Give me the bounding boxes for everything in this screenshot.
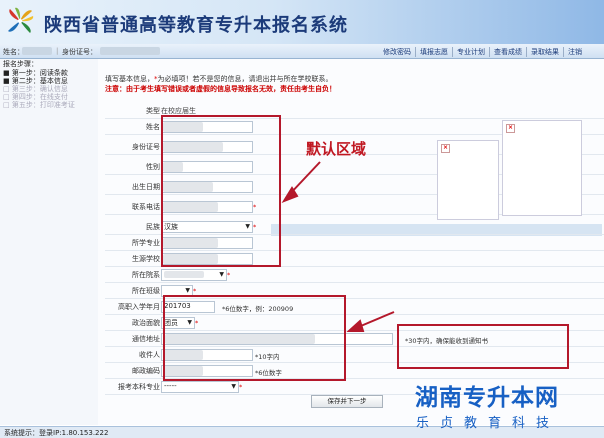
top-navbar: 姓名： | 身份证号： 修改密码 填报志愿 专业计划 查看成绩 录取结果 注销 bbox=[0, 44, 604, 59]
chevron-down-icon: ▼ bbox=[219, 271, 224, 278]
watermark-subtitle: 乐贞教育科技 bbox=[416, 416, 561, 431]
required-star: * bbox=[193, 287, 197, 295]
nav-logout[interactable]: 注销 bbox=[563, 47, 586, 57]
broken-image-icon: × bbox=[506, 124, 515, 133]
target-major-value: ----- bbox=[164, 382, 177, 390]
logo-icon bbox=[8, 7, 34, 33]
row-department: 所在院系 ▼ * bbox=[105, 268, 604, 283]
label-ethnicity: 民族 bbox=[146, 223, 160, 231]
notice-required: 填写基本信息，*为必填项！若不是您的信息，请退出并与所在学校联系。 bbox=[105, 74, 333, 84]
label-politics: 政治面貌 bbox=[132, 319, 160, 327]
notice-warning: 注意：由于考生填写错误或者虚假的信息导致报名无效，责任由考生自负！ bbox=[105, 85, 336, 93]
nav-admission-result[interactable]: 录取结果 bbox=[526, 47, 563, 57]
label-phone: 联系电话 bbox=[132, 203, 160, 211]
nav-major-plan[interactable]: 专业计划 bbox=[452, 47, 489, 57]
label-type: 类型 bbox=[146, 107, 160, 115]
photo-box-2: × bbox=[437, 140, 499, 220]
department-select[interactable]: ▼ bbox=[161, 269, 227, 281]
id-value-redacted bbox=[100, 47, 160, 55]
label-name: 姓名 bbox=[146, 123, 160, 131]
label-birth: 出生日期 bbox=[132, 183, 160, 191]
watermark-title: 湖南专升本网 bbox=[415, 385, 559, 411]
nav-fill-preferences[interactable]: 填报志愿 bbox=[415, 47, 452, 57]
notice-text-b: 为必填项！若不是您的信息，请退出并与所在学校联系。 bbox=[157, 75, 333, 83]
required-star: * bbox=[227, 271, 231, 279]
photo-box-1: × bbox=[502, 120, 582, 216]
annotation-box-hint bbox=[397, 324, 569, 369]
label-major: 所学专业 bbox=[132, 239, 160, 247]
separator: | bbox=[56, 47, 59, 55]
label-target-major: 报考本科专业 bbox=[118, 383, 160, 391]
nav-change-password[interactable]: 修改密码 bbox=[379, 47, 415, 57]
label-postcode: 邮政编码 bbox=[132, 367, 160, 375]
page-title: 陕西省普通高等教育专升本报名系统 bbox=[44, 15, 348, 36]
label-school: 生源学校 bbox=[132, 255, 160, 263]
redacted-value bbox=[164, 271, 204, 278]
save-next-button[interactable]: 保存并下一步 bbox=[311, 395, 383, 408]
header-banner: 陕西省普通高等教育专升本报名系统 bbox=[0, 0, 604, 45]
id-label: 身份证号： bbox=[62, 48, 97, 56]
notice-text-a: 填写基本信息， bbox=[105, 75, 154, 83]
chevron-down-icon: ▼ bbox=[231, 383, 236, 390]
label-recipient: 收件人 bbox=[139, 351, 160, 359]
annotation-box-default bbox=[161, 115, 281, 267]
step-5: □ 第五步：打印准考证 bbox=[3, 101, 75, 109]
name-value-redacted bbox=[22, 47, 52, 55]
label-enroll-date: 高职入学年月 bbox=[118, 303, 160, 311]
required-star: * bbox=[239, 383, 243, 391]
label-class: 所在班级 bbox=[132, 287, 160, 295]
chevron-down-icon: ▼ bbox=[185, 287, 190, 294]
annotation-label: 默认区域 bbox=[306, 140, 367, 158]
nav-links: 修改密码 填报志愿 专业计划 查看成绩 录取结果 注销 bbox=[379, 47, 586, 57]
nav-view-scores[interactable]: 查看成绩 bbox=[489, 47, 526, 57]
annotation-box-lower bbox=[163, 295, 346, 381]
label-address: 通信地址 bbox=[132, 335, 160, 343]
label-department: 所在院系 bbox=[132, 271, 160, 279]
broken-image-icon: × bbox=[441, 144, 450, 153]
name-label: 姓名： bbox=[3, 48, 24, 56]
steps-sidebar: 报名步骤： ■ 第一步：阅读条款 ■ 第二步：基本信息 □ 第三步：确认信息 □… bbox=[0, 59, 98, 425]
label-id: 身份证号 bbox=[132, 143, 160, 151]
target-major-select[interactable]: ----- ▼ bbox=[161, 381, 239, 393]
label-gender: 性别 bbox=[146, 163, 160, 171]
